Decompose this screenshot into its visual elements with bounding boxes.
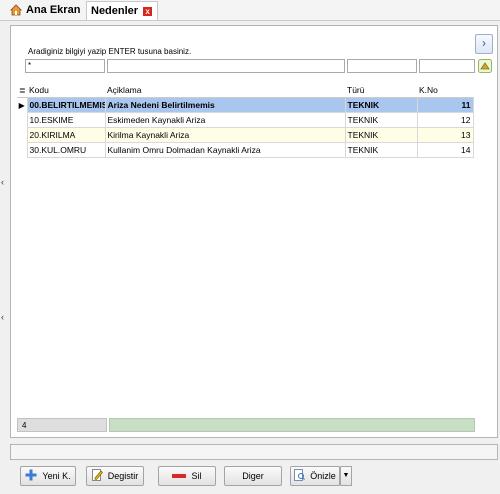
next-button[interactable]: › <box>475 34 493 54</box>
home-icon <box>10 4 22 16</box>
cell-aciklama[interactable]: Eskimeden Kaynakli Ariza <box>104 112 346 128</box>
column-header-kodu[interactable]: Kodu <box>27 83 105 98</box>
other-button[interactable]: Diger <box>224 466 282 486</box>
chevron-down-icon: ▼ <box>342 472 350 479</box>
tab-ana-ekran[interactable]: Ana Ekran <box>2 1 82 19</box>
other-button-label: Diger <box>242 471 264 481</box>
minus-icon <box>172 471 187 481</box>
tab-label: Ana Ekran <box>26 4 81 16</box>
cell-turu[interactable]: TEKNIK <box>344 142 418 158</box>
close-icon[interactable]: x <box>143 6 153 16</box>
edit-button[interactable]: Degistir <box>86 466 144 486</box>
filter-clear-icon[interactable] <box>478 59 492 73</box>
chevron-right-icon: › <box>482 36 486 50</box>
cell-kno[interactable]: 13 <box>416 127 474 143</box>
preview-icon <box>294 469 306 483</box>
table-row[interactable]: 30.KUL.OMRU Kullanim Omru Dolmadan Kayna… <box>17 142 474 158</box>
data-grid: ≣ Kodu Açiklama Türü K.No ▶ 00.BELIRTILM… <box>17 83 474 158</box>
table-row[interactable]: 10.ESKIME Eskimeden Kaynakli Ariza TEKNI… <box>17 112 474 128</box>
tab-nedenler[interactable]: Nedenler x <box>86 1 158 20</box>
row-count: 4 <box>17 418 107 432</box>
new-button[interactable]: Yeni K. <box>20 466 76 486</box>
new-button-label: Yeni K. <box>42 471 71 481</box>
cell-kno[interactable]: 14 <box>416 142 474 158</box>
column-header-aciklama[interactable]: Açiklama <box>105 83 345 98</box>
filter-turu-input[interactable] <box>347 59 417 73</box>
grid-footer: 4 <box>17 418 475 432</box>
column-chooser-icon[interactable]: ≣ <box>17 83 27 98</box>
cell-kodu[interactable]: 00.BELIRTILMEMIS <box>26 97 106 113</box>
tab-label: Nedenler <box>91 5 139 17</box>
cell-aciklama[interactable]: Kirilma Kaynakli Ariza <box>104 127 346 143</box>
row-indicator-icon: ▶ <box>18 100 25 110</box>
cell-kodu[interactable]: 30.KUL.OMRU <box>26 142 106 158</box>
delete-button[interactable]: Sil <box>158 466 216 486</box>
tab-bar: Ana Ekran Nedenler x <box>0 0 500 21</box>
main-panel: Aradiginiz bilgiyi yazip ENTER tusuna ba… <box>10 25 498 438</box>
preview-button-label: Önizle <box>310 471 336 481</box>
cell-turu[interactable]: TEKNIK <box>344 127 418 143</box>
cell-aciklama[interactable]: Kullanim Omru Dolmadan Kaynakli Ariza <box>104 142 346 158</box>
pencil-icon <box>91 469 103 483</box>
preview-button[interactable]: Önizle <box>290 466 340 486</box>
cell-kodu[interactable]: 10.ESKIME <box>26 112 106 128</box>
cell-kodu[interactable]: 20.KIRILMA <box>26 127 106 143</box>
filter-kodu-input[interactable]: * <box>25 59 105 73</box>
chevron-left-icon[interactable]: ‹ <box>1 312 4 322</box>
filter-kno-input[interactable] <box>419 59 475 73</box>
column-header-kno[interactable]: K.No <box>417 83 473 98</box>
cell-kno[interactable]: 12 <box>416 112 474 128</box>
column-header-turu[interactable]: Türü <box>345 83 417 98</box>
footer-summary-bar <box>109 418 475 432</box>
delete-button-label: Sil <box>191 471 202 481</box>
status-strip <box>10 444 498 460</box>
search-hint: Aradiginiz bilgiyi yazip ENTER tusuna ba… <box>28 47 192 56</box>
cell-turu[interactable]: TEKNIK <box>344 97 418 113</box>
cell-turu[interactable]: TEKNIK <box>344 112 418 128</box>
preview-dropdown[interactable]: ▼ <box>340 466 352 486</box>
table-row[interactable]: ▶ 00.BELIRTILMEMIS Ariza Nedeni Belirtil… <box>17 97 474 113</box>
plus-icon <box>25 469 37 483</box>
filter-aciklama-input[interactable] <box>107 59 345 73</box>
edit-button-label: Degistir <box>107 471 139 481</box>
cell-aciklama[interactable]: Ariza Nedeni Belirtilmemis <box>104 97 346 113</box>
table-row[interactable]: 20.KIRILMA Kirilma Kaynakli Ariza TEKNIK… <box>17 127 474 143</box>
cell-kno[interactable]: 11 <box>416 97 474 113</box>
chevron-left-icon[interactable]: ‹ <box>1 177 4 187</box>
left-splitter[interactable]: ‹ ‹ <box>0 22 8 442</box>
